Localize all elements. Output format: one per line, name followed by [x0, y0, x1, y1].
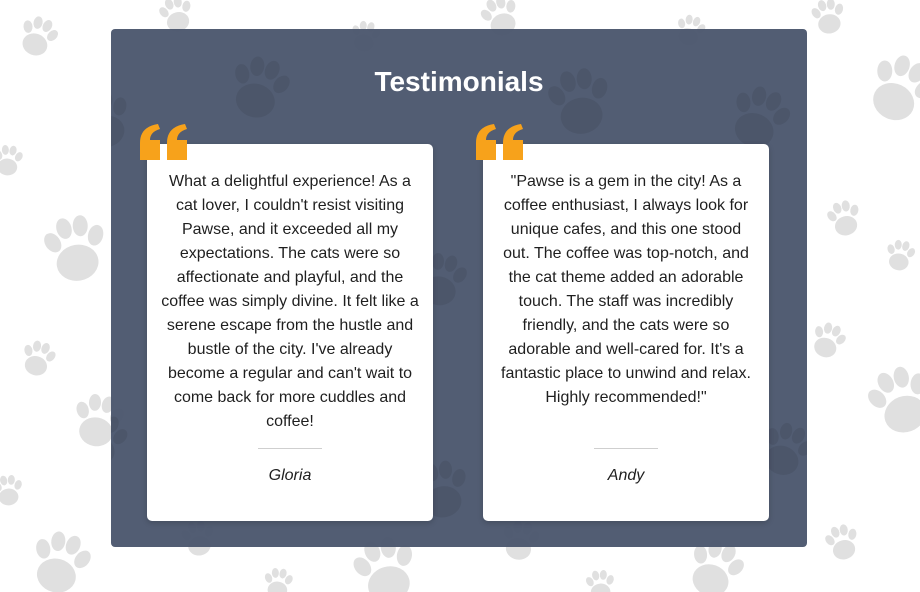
paw-print-icon	[37, 210, 114, 287]
testimonial-author: Andy	[607, 467, 645, 484]
testimonial-author: Gloria	[268, 467, 312, 484]
paw-print-icon	[805, 317, 851, 363]
paw-print-icon	[820, 520, 864, 564]
paw-print-icon	[858, 357, 920, 443]
paw-print-icon	[13, 11, 64, 62]
paw-print-icon	[16, 336, 60, 380]
card-divider	[594, 448, 658, 449]
testimonial-text: "Pawse is a gem in the city! As a coffee…	[501, 173, 751, 406]
paw-print-icon	[0, 473, 26, 507]
section-title: Testimonials	[374, 66, 544, 97]
quote-icon	[140, 124, 187, 160]
quote-icon	[476, 124, 523, 160]
testimonials-section: Testimonials What a delightful experienc…	[111, 29, 807, 547]
paw-print-icon	[856, 44, 920, 133]
paw-print-icon	[822, 196, 866, 240]
card-divider	[258, 448, 322, 449]
testimonial-card-gloria: What a delightful experience! As a cat l…	[147, 144, 433, 521]
testimonial-text: What a delightful experience! As a cat l…	[161, 173, 419, 430]
paw-print-icon	[111, 407, 134, 472]
testimonial-card-andy: "Pawse is a gem in the city! As a coffee…	[483, 144, 769, 521]
paw-print-icon	[808, 0, 849, 37]
paw-print-icon	[22, 524, 99, 592]
paw-print-icon	[261, 566, 296, 592]
paw-print-icon	[583, 568, 618, 592]
paw-print-icon	[882, 237, 919, 273]
paw-print-icon	[0, 143, 26, 177]
